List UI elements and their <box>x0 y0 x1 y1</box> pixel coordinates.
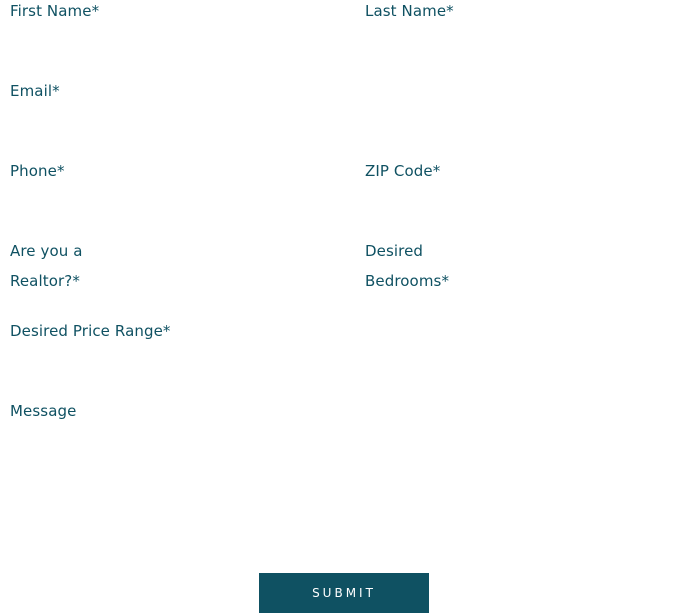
phone-input[interactable] <box>10 186 330 212</box>
message-label: Message <box>10 402 77 420</box>
realtor-label: Are you a Realtor?* <box>10 242 83 290</box>
last-name-label: Last Name* <box>365 2 454 20</box>
last-name-field: Last Name* <box>365 0 685 56</box>
phone-field: Phone* <box>10 156 330 216</box>
email-input[interactable] <box>10 106 330 132</box>
realtor-field: Are you a Realtor?* <box>10 236 330 306</box>
message-field: Message <box>10 396 678 546</box>
last-name-input[interactable] <box>365 26 685 52</box>
email-label: Email* <box>10 82 60 100</box>
submit-button[interactable]: SUBMIT <box>259 573 429 613</box>
email-field: Email* <box>10 76 330 136</box>
bedrooms-label: Desired Bedrooms* <box>365 242 450 290</box>
price-range-label: Desired Price Range* <box>10 322 171 340</box>
bedrooms-select[interactable] <box>365 298 685 306</box>
bedrooms-field: Desired Bedrooms* <box>365 236 685 306</box>
contact-form: First Name* Last Name* Email* Phone* ZIP… <box>0 0 688 613</box>
first-name-label: First Name* <box>10 2 100 20</box>
phone-label: Phone* <box>10 162 65 180</box>
price-range-field: Desired Price Range* <box>10 316 330 376</box>
price-range-input[interactable] <box>10 346 330 372</box>
first-name-input[interactable] <box>10 26 330 52</box>
zip-code-input[interactable] <box>365 186 685 212</box>
message-textarea[interactable] <box>10 426 678 542</box>
zip-code-label: ZIP Code* <box>365 162 441 180</box>
zip-code-field: ZIP Code* <box>365 156 685 216</box>
realtor-select[interactable] <box>10 298 330 306</box>
first-name-field: First Name* <box>10 0 330 56</box>
